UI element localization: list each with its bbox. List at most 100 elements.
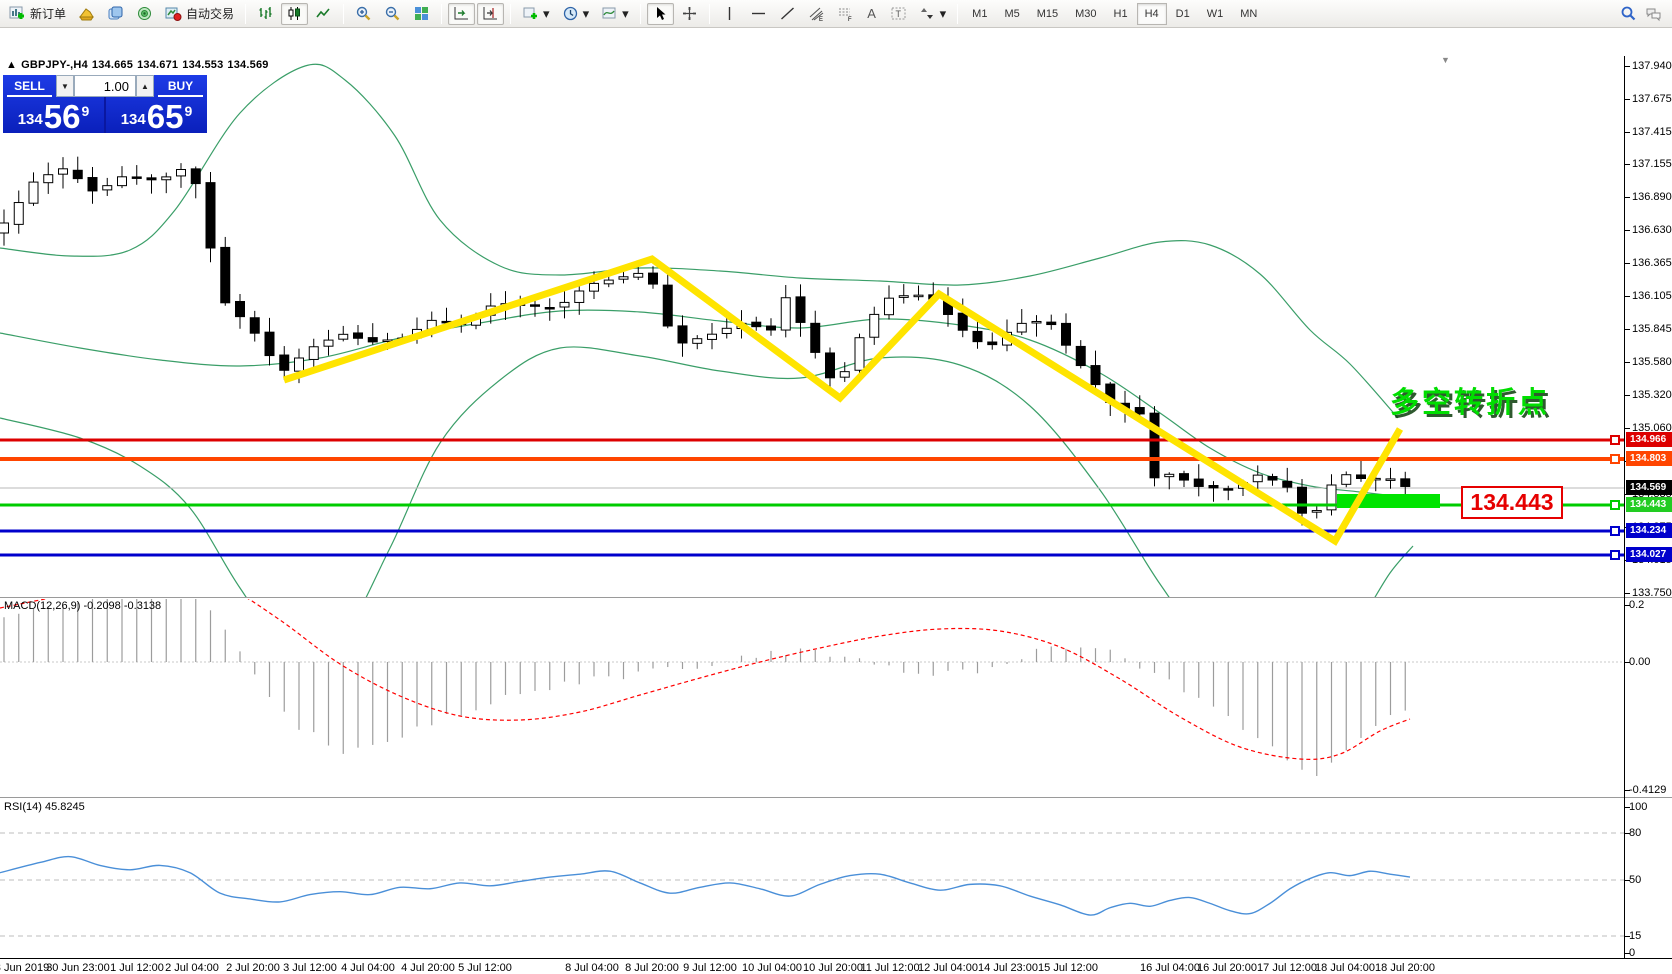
horizontal-line-tool-button[interactable]: [745, 3, 772, 25]
candle-bearish: [796, 297, 805, 323]
autotrading-label: 自动交易: [186, 5, 234, 22]
time-label: 9 Jul 12:00: [683, 962, 737, 974]
price-tick-label: 137.415: [1632, 126, 1672, 138]
channel-icon: E: [808, 5, 825, 22]
rsi-panel-canvas[interactable]: [0, 799, 1624, 956]
buy-price-big: 65: [147, 103, 184, 131]
candle-bearish: [752, 322, 761, 326]
timeframe-button-m30[interactable]: M30: [1067, 3, 1104, 25]
price-axis-line[interactable]: [1624, 56, 1625, 958]
fibonacci-tool-button[interactable]: F: [832, 3, 859, 25]
candle-bearish: [767, 326, 776, 330]
candle-bullish: [604, 280, 613, 284]
price-line-label: 134.803: [1626, 451, 1672, 466]
time-label: 15 Jul 12:00: [1038, 962, 1098, 974]
volume-input[interactable]: 1.00: [74, 75, 136, 97]
turning-point-annotation[interactable]: 多空转折点: [1390, 379, 1550, 421]
trendline-tool-button[interactable]: [774, 3, 801, 25]
candle-bearish: [1401, 479, 1410, 487]
dropdown-arrow-icon: ▾: [940, 7, 947, 20]
arrows-tool-button[interactable]: ▾: [914, 3, 952, 25]
history-center-button[interactable]: [73, 3, 100, 25]
buy-button[interactable]: BUY: [154, 75, 207, 97]
vertical-line-tool-button[interactable]: [716, 3, 743, 25]
sell-price[interactable]: 134 56 9: [3, 97, 106, 133]
buy-price[interactable]: 134 65 9: [106, 97, 207, 133]
zoom-out-button[interactable]: [379, 3, 406, 25]
candle-bullish: [590, 283, 599, 291]
candle-bearish: [1224, 489, 1233, 491]
price-tick-label: 136.105: [1632, 290, 1672, 302]
trendline-icon: [779, 5, 796, 22]
timeframe-button-w1[interactable]: W1: [1199, 3, 1232, 25]
volume-increase-button[interactable]: ▲: [136, 75, 154, 97]
candle-bullish: [708, 334, 717, 339]
sell-button[interactable]: SELL: [3, 75, 56, 97]
main-toolbar: 新订单 自动交易: [0, 0, 1672, 28]
timeframe-button-d1[interactable]: D1: [1168, 3, 1198, 25]
candle-bearish: [531, 305, 540, 307]
candle-bearish: [1194, 479, 1203, 486]
text-label-icon: T: [890, 5, 907, 22]
text-tool-button[interactable]: A: [861, 3, 883, 25]
price-chart-canvas[interactable]: [0, 56, 1624, 597]
time-label: 8 Jun 2019: [0, 962, 49, 974]
candlestick-icon: [286, 5, 303, 22]
time-axis-line[interactable]: [0, 958, 1672, 959]
bollinger-lower: [0, 347, 1413, 597]
auto-scroll-button[interactable]: [448, 3, 475, 25]
text-label-tool-button[interactable]: T: [885, 3, 912, 25]
timeframe-button-h1[interactable]: H1: [1106, 3, 1136, 25]
search-icon[interactable]: [1620, 5, 1637, 22]
period-button[interactable]: ▾: [557, 3, 595, 25]
equidistant-channel-tool-button[interactable]: E: [803, 3, 830, 25]
new-order-button[interactable]: 新订单: [4, 3, 71, 25]
indicators-button[interactable]: ▾: [596, 3, 634, 25]
candle-bullish: [295, 358, 304, 371]
price-tick-label: 135.845: [1632, 323, 1672, 335]
tile-windows-button[interactable]: [408, 3, 435, 25]
zoom-in-button[interactable]: [350, 3, 377, 25]
candle-bearish: [1180, 474, 1189, 480]
candle-bullish: [162, 177, 171, 180]
timeframe-button-m1[interactable]: M1: [964, 3, 995, 25]
rsi-line: [0, 857, 1410, 915]
macd-panel-canvas[interactable]: [0, 599, 1624, 796]
candle-bullish: [44, 175, 53, 183]
autotrading-button[interactable]: 自动交易: [160, 3, 239, 25]
bar-chart-mode-button[interactable]: [252, 3, 279, 25]
volume-decrease-button[interactable]: ▼: [56, 75, 74, 97]
horizontal-line-icon: [750, 5, 767, 22]
new-chart-button[interactable]: ▾: [517, 3, 555, 25]
bollinger-middle: [0, 310, 1413, 498]
fibonacci-icon: F: [837, 5, 854, 22]
navigator-button[interactable]: [131, 3, 158, 25]
candle-bearish: [973, 331, 982, 341]
price-tick-label: 136.890: [1632, 191, 1672, 203]
candle-bullish: [855, 338, 864, 371]
candle-bearish: [191, 169, 200, 184]
candle-bullish: [29, 182, 38, 203]
candle-bearish: [147, 178, 156, 180]
price-axis-tick: [1625, 329, 1630, 330]
crosshair-tool-button[interactable]: [676, 3, 703, 25]
chart-shift-button[interactable]: [477, 3, 504, 25]
timeframe-button-m5[interactable]: M5: [996, 3, 1027, 25]
candle-bullish: [722, 328, 731, 333]
timeframe-button-mn[interactable]: MN: [1232, 3, 1265, 25]
price-axis-tick: [1625, 230, 1630, 231]
chart-area[interactable]: ▲GBPJPY-,H4134.665134.671134.553134.569 …: [0, 28, 1672, 951]
time-label: 10 Jul 04:00: [742, 962, 802, 974]
cursor-tool-button[interactable]: [647, 3, 674, 25]
timeframe-button-m15[interactable]: M15: [1029, 3, 1066, 25]
price-callout-box[interactable]: 134.443: [1461, 486, 1563, 519]
candlestick-mode-button[interactable]: [281, 3, 308, 25]
chat-icon[interactable]: [1645, 5, 1662, 22]
candle-bearish: [1047, 322, 1056, 324]
buy-price-prefix: 134: [121, 111, 146, 128]
line-chart-mode-button[interactable]: [310, 3, 337, 25]
candle-bullish: [899, 296, 908, 298]
timeframe-button-h4[interactable]: H4: [1137, 3, 1167, 25]
svg-text:F: F: [848, 17, 852, 22]
market-watch-button[interactable]: [102, 3, 129, 25]
